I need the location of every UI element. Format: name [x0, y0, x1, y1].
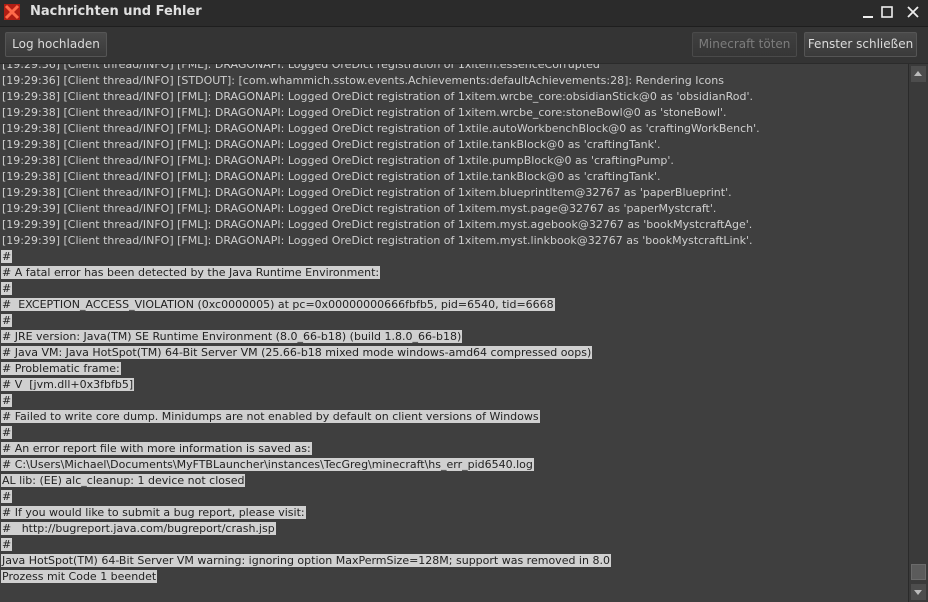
log-line-text: # [1, 490, 13, 503]
log-line: [19:29:38] [Client thread/INFO] [FML]: D… [1, 121, 761, 137]
log-line: # EXCEPTION_ACCESS_VIOLATION (0xc0000005… [1, 297, 761, 313]
log-line: [19:29:38] [Client thread/INFO] [FML]: D… [1, 153, 761, 169]
log-line-text: # EXCEPTION_ACCESS_VIOLATION (0xc0000005… [1, 298, 555, 311]
toolbar: Log hochladen Minecraft töten Fenster sc… [0, 27, 928, 63]
log-line: # JRE version: Java(TM) SE Runtime Envir… [1, 329, 761, 345]
log-line-text: Prozess mit Code 1 beendet [1, 570, 158, 583]
close-window-button[interactable]: Fenster schließen [804, 32, 917, 57]
log-line-text: [19:29:39] [Client thread/INFO] [FML]: D… [2, 234, 753, 247]
close-icon[interactable] [905, 4, 921, 20]
log-line-text: [19:29:36] [Client thread/INFO] [FML]: D… [2, 64, 600, 71]
scroll-down-button[interactable] [911, 584, 926, 600]
log-line: # A fatal error has been detected by the… [1, 265, 761, 281]
log-line-text: Java HotSpot(TM) 64-Bit Server VM warnin… [1, 554, 611, 567]
log-line-text: # A fatal error has been detected by the… [1, 266, 381, 279]
log-line: Prozess mit Code 1 beendet [1, 569, 761, 585]
log-line-text: # C:\Users\Michael\Documents\MyFTBLaunch… [1, 458, 534, 471]
log-line: # V [jvm.dll+0x3fbfb5] [1, 377, 761, 393]
arrow-down-icon [914, 590, 922, 595]
log-line-text: # [1, 426, 13, 439]
log-output[interactable]: [19:29:36] [Client thread/INFO] [FML]: D… [0, 64, 908, 602]
log-line: # [1, 537, 761, 553]
log-line-text: [19:29:38] [Client thread/INFO] [FML]: D… [2, 122, 760, 135]
log-line-text: # JRE version: Java(TM) SE Runtime Envir… [1, 330, 463, 343]
log-line-text: # http://bugreport.java.com/bugreport/cr… [1, 522, 276, 535]
log-line-text: # An error report file with more informa… [1, 442, 312, 455]
log-line: [19:29:39] [Client thread/INFO] [FML]: D… [1, 217, 761, 233]
kill-minecraft-button[interactable]: Minecraft töten [692, 32, 797, 57]
log-line: AL lib: (EE) alc_cleanup: 1 device not c… [1, 473, 761, 489]
log-line: # Java VM: Java HotSpot(TM) 64-Bit Serve… [1, 345, 761, 361]
log-line-text: # [1, 282, 13, 295]
log-line-text: # V [jvm.dll+0x3fbfb5] [1, 378, 135, 391]
log-line: [19:29:36] [Client thread/INFO] [STDOUT]… [1, 73, 761, 89]
log-line-text: [19:29:38] [Client thread/INFO] [FML]: D… [2, 106, 727, 119]
log-line-text: # Failed to write core dump. Minidumps a… [1, 410, 540, 423]
title-bar: Nachrichten und Fehler [0, 0, 928, 27]
log-line: [19:29:39] [Client thread/INFO] [FML]: D… [1, 201, 761, 217]
log-line-text: [19:29:38] [Client thread/INFO] [FML]: D… [2, 170, 661, 183]
log-line: [19:29:39] [Client thread/INFO] [FML]: D… [1, 233, 761, 249]
log-line-text: # [1, 394, 13, 407]
log-line-text: # Java VM: Java HotSpot(TM) 64-Bit Serve… [1, 346, 593, 359]
log-line-text: # Problematic frame: [1, 362, 121, 375]
log-line: # If you would like to submit a bug repo… [1, 505, 761, 521]
log-line: # C:\Users\Michael\Documents\MyFTBLaunch… [1, 457, 761, 473]
log-line-text: # [1, 314, 13, 327]
log-lines: [19:29:36] [Client thread/INFO] [FML]: D… [1, 64, 761, 585]
log-line: # [1, 425, 761, 441]
arrow-up-icon [914, 71, 922, 76]
log-line: [19:29:38] [Client thread/INFO] [FML]: D… [1, 137, 761, 153]
log-line-text: [19:29:38] [Client thread/INFO] [FML]: D… [2, 90, 754, 103]
log-line: Java HotSpot(TM) 64-Bit Server VM warnin… [1, 553, 761, 569]
maximize-icon[interactable] [879, 4, 895, 20]
scroll-up-button[interactable] [911, 66, 926, 82]
log-line-text: # [1, 538, 13, 551]
log-line: # [1, 313, 761, 329]
error-x-icon [4, 4, 20, 20]
window-title: Nachrichten und Fehler [30, 4, 202, 19]
log-line-text: [19:29:38] [Client thread/INFO] [FML]: D… [2, 138, 661, 151]
upload-log-button[interactable]: Log hochladen [5, 32, 107, 57]
log-line: # An error report file with more informa… [1, 441, 761, 457]
log-line-text: # If you would like to submit a bug repo… [1, 506, 306, 519]
log-line: [19:29:38] [Client thread/INFO] [FML]: D… [1, 105, 761, 121]
log-line: # Failed to write core dump. Minidumps a… [1, 409, 761, 425]
log-line: # [1, 393, 761, 409]
log-line: # Problematic frame: [1, 361, 761, 377]
log-line-text: [19:29:38] [Client thread/INFO] [FML]: D… [2, 154, 674, 167]
vertical-scrollbar[interactable] [908, 64, 928, 602]
scroll-thumb[interactable] [911, 564, 926, 580]
log-line: # http://bugreport.java.com/bugreport/cr… [1, 521, 761, 537]
log-line: [19:29:38] [Client thread/INFO] [FML]: D… [1, 185, 761, 201]
log-line-text: [19:29:38] [Client thread/INFO] [FML]: D… [2, 186, 732, 199]
log-line: [19:29:38] [Client thread/INFO] [FML]: D… [1, 89, 761, 105]
log-line-text: # [1, 250, 13, 263]
log-line: # [1, 489, 761, 505]
log-line-text: [19:29:39] [Client thread/INFO] [FML]: D… [2, 218, 753, 231]
log-line-text: [19:29:39] [Client thread/INFO] [FML]: D… [2, 202, 717, 215]
log-line: # [1, 281, 761, 297]
minimize-icon[interactable] [860, 4, 876, 20]
log-line-text: AL lib: (EE) alc_cleanup: 1 device not c… [1, 474, 246, 487]
log-line: [19:29:36] [Client thread/INFO] [FML]: D… [1, 64, 761, 73]
log-line-text: [19:29:36] [Client thread/INFO] [STDOUT]… [2, 74, 724, 87]
log-line: # [1, 249, 761, 265]
log-line: [19:29:38] [Client thread/INFO] [FML]: D… [1, 169, 761, 185]
